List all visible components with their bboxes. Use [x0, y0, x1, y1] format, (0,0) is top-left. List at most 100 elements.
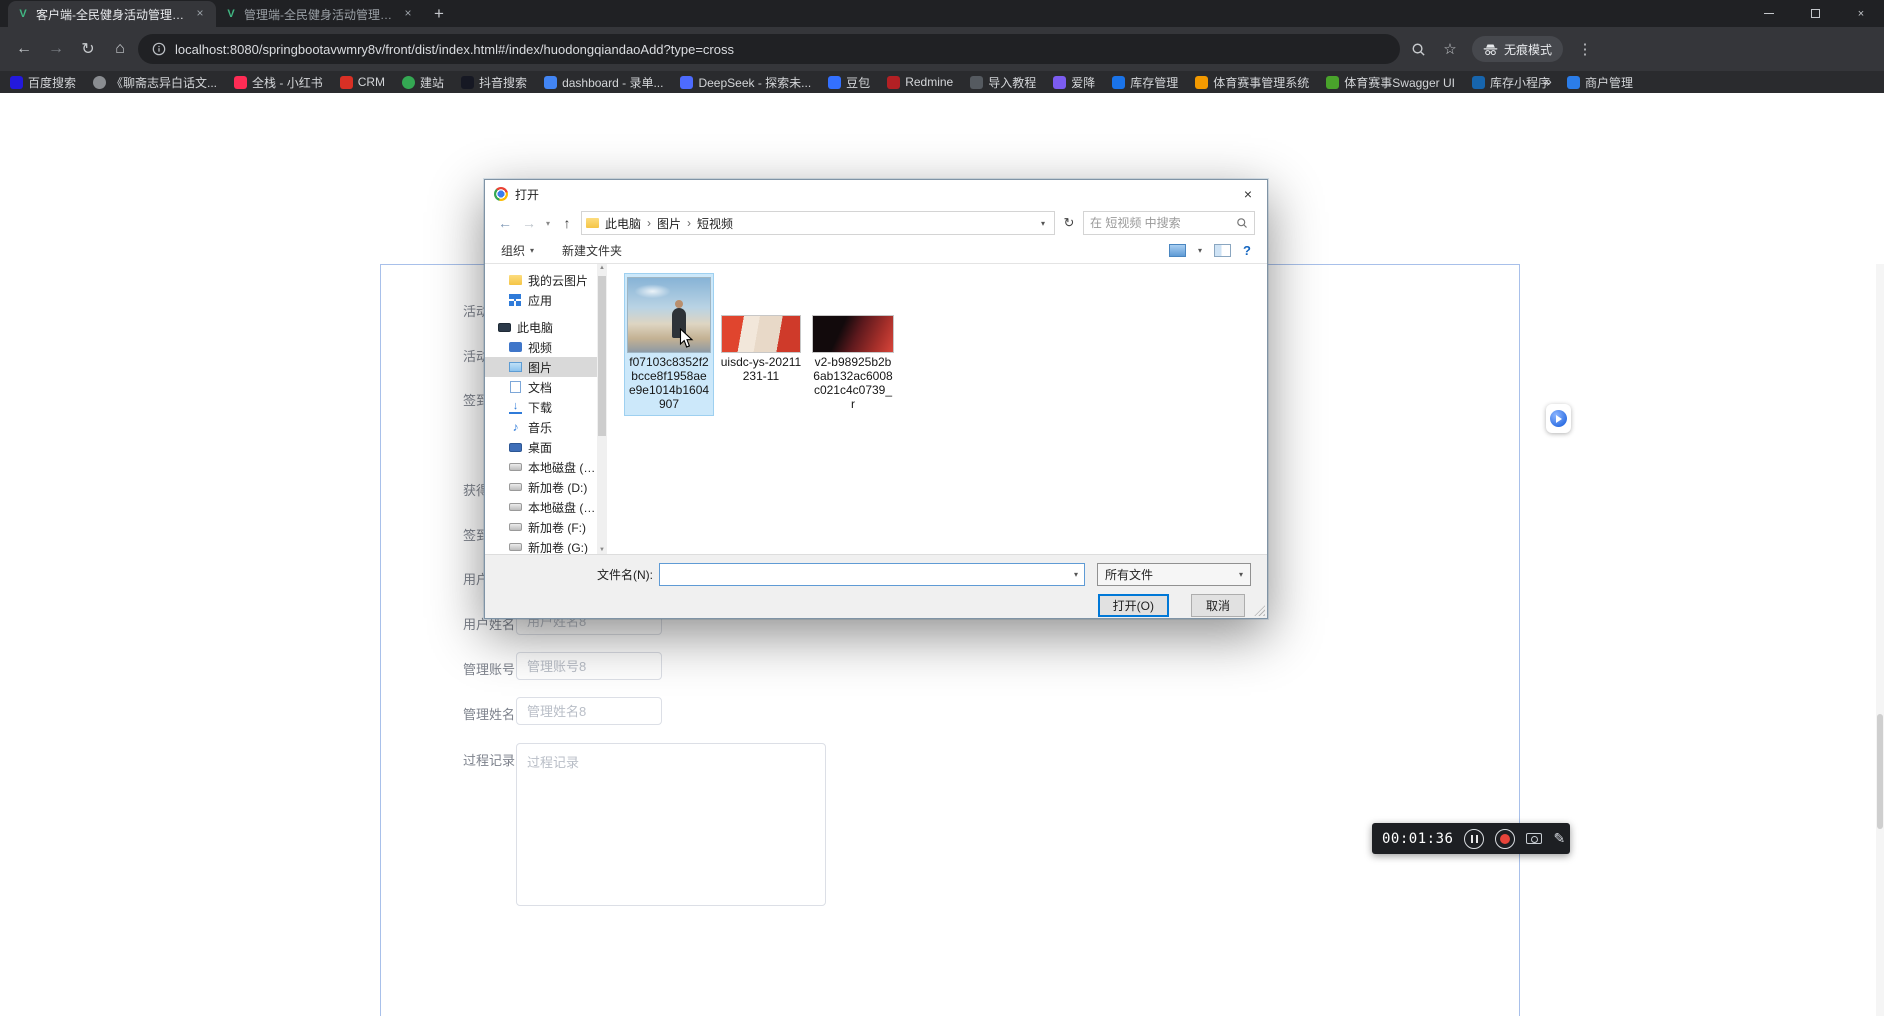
thumbnail-view-icon[interactable]	[1169, 244, 1186, 257]
cancel-button[interactable]: 取消	[1191, 594, 1245, 617]
maximize-button[interactable]	[1792, 0, 1838, 27]
dialog-search-box[interactable]	[1083, 211, 1255, 235]
bookmark-item[interactable]: 全栈 - 小红书	[234, 74, 323, 91]
reload-button[interactable]: ↻	[74, 35, 102, 63]
sidebar-item-desktop[interactable]: 桌面	[485, 437, 597, 457]
bookmark-item[interactable]: 库存管理	[1112, 74, 1178, 91]
address-bar[interactable]: localhost:8080/springbootavwmry8v/front/…	[138, 34, 1400, 64]
sidebar-item-cloud-pictures[interactable]: 我的云图片	[485, 270, 597, 290]
dialog-search-input[interactable]	[1090, 216, 1230, 230]
bookmark-item[interactable]: DeepSeek - 探索未...	[680, 74, 811, 91]
browser-menu-button[interactable]: ⋮	[1571, 35, 1599, 63]
bookmark-item[interactable]: 导入教程	[970, 74, 1036, 91]
bookmark-item[interactable]: 建站	[402, 74, 444, 91]
file-type-select[interactable]: 所有文件 ▾	[1097, 563, 1251, 586]
breadcrumb-item-shortvideo[interactable]: 短视频	[697, 215, 733, 232]
pen-button[interactable]: ✎	[1553, 830, 1565, 847]
forward-icon[interactable]: →	[519, 215, 539, 231]
dialog-titlebar[interactable]: 打开 ×	[485, 180, 1267, 208]
sidebar-scrollbar-thumb[interactable]	[598, 276, 606, 436]
resize-grip[interactable]	[1254, 605, 1265, 616]
bookmark-item[interactable]: 抖音搜索	[461, 74, 527, 91]
breadcrumb-item-pictures[interactable]: 图片	[657, 215, 681, 232]
breadcrumb[interactable]: 此电脑 › 图片 › 短视频 ▾	[581, 211, 1055, 235]
admin-name-field[interactable]	[516, 697, 662, 725]
scroll-down-icon[interactable]: ▼	[597, 547, 607, 553]
sidebar-item-disk-d[interactable]: 新加卷 (D:)	[485, 477, 597, 497]
bookmark-label: 导入教程	[988, 74, 1036, 91]
preview-pane-icon[interactable]	[1214, 244, 1231, 257]
sidebar-item-videos[interactable]: 视频	[485, 337, 597, 357]
bookmarks-overflow-icon[interactable]: »	[1544, 73, 1552, 89]
bookmark-item[interactable]: 《聊斋志异白话文...	[93, 74, 217, 91]
bookmark-item[interactable]: 体育赛事Swagger UI	[1326, 74, 1455, 91]
sidebar-item-downloads[interactable]: ↓下载	[485, 397, 597, 417]
file-item[interactable]: v2-b98925b2b6ab132ac6008c021c4c0739_r	[809, 274, 897, 415]
tab-close-icon[interactable]: ×	[192, 6, 208, 22]
zoom-button[interactable]	[1404, 35, 1432, 63]
up-icon[interactable]: ↑	[557, 215, 577, 231]
sidebar-scrollbar[interactable]: ▲ ▼	[597, 264, 607, 554]
sidebar-item-music[interactable]: ♪音乐	[485, 417, 597, 437]
bookmark-item[interactable]: 爱降	[1053, 74, 1095, 91]
bookmark-item[interactable]: 百度搜索	[10, 74, 76, 91]
dialog-close-button[interactable]: ×	[1231, 181, 1265, 207]
sidebar-item-disk-g[interactable]: 新加卷 (G:)	[485, 537, 597, 554]
refresh-icon[interactable]: ↻	[1059, 215, 1079, 231]
screen-recorder-bar: 00:01:36 ✎	[1372, 823, 1570, 854]
sidebar-item-pictures[interactable]: 图片	[485, 357, 597, 377]
back-button[interactable]: ←	[10, 35, 38, 63]
sidebar-item-disk-e[interactable]: 本地磁盘 (E:)	[485, 497, 597, 517]
tab-client-system[interactable]: V 客户端-全民健身活动管理系统 ×	[8, 1, 216, 27]
bookmark-item[interactable]: CRM	[340, 75, 385, 89]
file-item-selected[interactable]: f07103c8352f2bcce8f1958aee9e1014b1604907	[625, 274, 713, 415]
sidebar-item-this-pc[interactable]: 此电脑	[485, 317, 597, 337]
page-scrollbar-thumb[interactable]	[1877, 714, 1883, 829]
camera-button[interactable]	[1526, 833, 1542, 844]
site-info-icon[interactable]	[152, 42, 166, 56]
file-item[interactable]: uisdc-ys-20211231-11	[717, 274, 805, 387]
incognito-badge[interactable]: 无痕模式	[1472, 36, 1563, 62]
tab-close-icon[interactable]: ×	[400, 6, 416, 22]
open-button[interactable]: 打开(O)	[1098, 594, 1169, 617]
chevron-right-icon: ›	[647, 216, 651, 230]
sidebar-item-label: 本地磁盘 (C:)	[528, 459, 597, 476]
admin-account-field[interactable]	[516, 652, 662, 680]
caret-down-icon[interactable]: ▾	[1068, 570, 1084, 579]
new-folder-button[interactable]: 新建文件夹	[562, 242, 622, 259]
stop-record-button[interactable]	[1495, 829, 1515, 849]
breadcrumb-item-this-pc[interactable]: 此电脑	[605, 215, 641, 232]
scroll-up-icon[interactable]: ▲	[597, 265, 607, 271]
sidebar-item-label: 本地磁盘 (E:)	[528, 499, 597, 516]
home-button[interactable]: ⌂	[106, 35, 134, 63]
close-window-button[interactable]: ×	[1838, 0, 1884, 27]
help-icon[interactable]: ?	[1243, 243, 1251, 258]
bookmark-item[interactable]: 商户管理	[1567, 74, 1633, 91]
pause-button[interactable]	[1464, 829, 1484, 849]
bookmark-item[interactable]: Redmine	[887, 75, 953, 89]
bookmark-item[interactable]: 体育赛事管理系统	[1195, 74, 1309, 91]
organize-button[interactable]: 组织 ▾	[501, 242, 534, 259]
recent-locations-chevron-icon[interactable]: ▾	[543, 219, 553, 228]
minimize-button[interactable]	[1746, 0, 1792, 27]
process-record-textarea[interactable]	[516, 743, 826, 906]
sidebar-item-disk-c[interactable]: 本地磁盘 (C:)	[485, 457, 597, 477]
floating-assistant-button[interactable]	[1546, 404, 1571, 433]
page-scrollbar[interactable]	[1876, 264, 1884, 1016]
forward-button[interactable]: →	[42, 35, 70, 63]
sidebar-item-documents[interactable]: 文档	[485, 377, 597, 397]
breadcrumb-dropdown-icon[interactable]: ▾	[1038, 219, 1048, 228]
back-icon[interactable]: ←	[495, 215, 515, 231]
tab-admin-system[interactable]: V 管理端-全民健身活动管理系统 ×	[216, 1, 424, 27]
sidebar-item-disk-f[interactable]: 新加卷 (F:)	[485, 517, 597, 537]
bookmark-item[interactable]: dashboard - 录单...	[544, 74, 663, 91]
bookmark-item[interactable]: 库存小程序	[1472, 74, 1550, 91]
sidebar-item-apps[interactable]: 应用	[485, 290, 597, 310]
caret-down-icon[interactable]: ▾	[1198, 246, 1202, 255]
bookmark-star-button[interactable]: ☆	[1436, 35, 1464, 63]
filename-combobox[interactable]: ▾	[659, 563, 1085, 586]
filename-input[interactable]	[660, 568, 1068, 582]
bookmark-item[interactable]: 豆包	[828, 74, 870, 91]
new-tab-button[interactable]: +	[424, 1, 454, 27]
disk-icon	[509, 503, 522, 511]
